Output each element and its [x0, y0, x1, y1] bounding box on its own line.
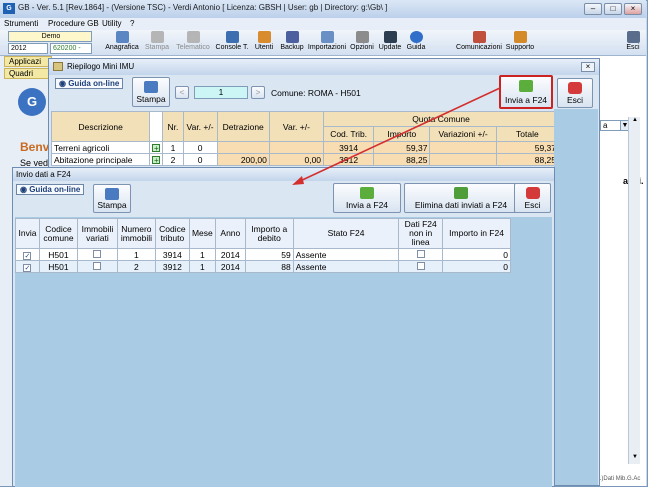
annotation-arrow-line [297, 87, 501, 183]
annotation-overlay [292, 87, 501, 185]
annotation-arrow-head [292, 176, 304, 185]
